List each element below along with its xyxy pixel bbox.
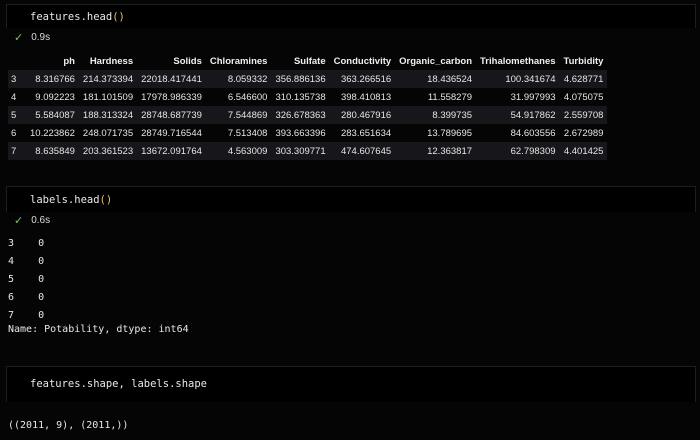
table-cell: 5.584087 [35,109,75,121]
output-line: 7 0 [8,310,45,321]
check-icon: ✓ [14,32,24,44]
table-cell: 9.092223 [35,91,75,103]
output-line: 5 0 [8,274,45,285]
table-cell: 13672.091764 [141,145,202,157]
cell-2-status: ✓ 0.6s [14,214,50,227]
table-cell: 326.678363 [275,109,326,121]
code-text: labels.head [30,194,100,206]
table-cell: 181.101509 [82,91,134,103]
table-row: 6 10.223862 248.071735 28749.716544 7.513408… [8,124,608,142]
table-cell: 356.886136 [275,73,326,85]
output-line: 4 0 [8,256,45,267]
execution-time: 0.6s [31,215,51,226]
output-line: ((2011, 9), (2011,)) [8,420,129,431]
table-cell: 280.467916 [340,109,392,121]
row-index: 5 [11,109,17,121]
table-cell: 11.558279 [427,91,473,103]
table-cell: 54.917862 [510,109,556,121]
table-cell: 4.628771 [563,73,604,85]
table-cell: 28748.687739 [141,109,202,121]
column-header: Hardness [89,55,134,67]
table-cell: 203.361523 [82,145,134,157]
column-header: Conductivity [333,55,392,67]
table-cell: 8.316766 [35,73,75,85]
table-row: 5 5.584087 188.313324 28748.687739 7.544869 3… [8,106,608,124]
table-cell: 84.603556 [510,127,556,139]
code-cell-3-source[interactable]: features.shape, labels.shape [30,378,207,390]
code-cell-2-source[interactable]: labels.head() [30,194,112,206]
table-cell: 18.436524 [427,73,473,85]
table-cell: 2.672989 [563,127,604,139]
table-cell: 13.789695 [427,127,473,139]
table-cell: 7.513408 [227,127,268,139]
column-header: Trihalomethanes [480,55,556,67]
column-header [8,52,26,70]
execution-time: 0.9s [31,32,51,43]
table-cell: 4.075075 [563,91,604,103]
table-cell: 62.798309 [510,145,556,157]
table-cell: 303.309771 [275,145,326,157]
table-row: 7 8.635849 203.361523 13672.091764 4.563009 3… [8,142,608,160]
table-cell: 474.607645 [340,145,392,157]
table-cell: 8.635849 [35,145,75,157]
table-cell: 188.313324 [82,109,134,121]
table-row: 4 9.092223 181.101509 17978.986339 6.546600 3… [8,88,608,106]
table-cell: 6.546600 [227,91,268,103]
table-header-row: ph Hardness Solids Chloramines Sulfate Conduc… [8,52,607,70]
table-cell: 17978.986339 [141,91,202,103]
table-cell: 4.563009 [227,145,268,157]
column-header: Turbidity [563,55,604,67]
table-cell: 283.651634 [340,127,392,139]
table-cell: 214.373394 [82,73,134,85]
output-line: 3 0 [8,238,45,249]
table-cell: 22018.417441 [141,73,202,85]
code-text: features.head [30,11,113,23]
table-cell: 2.559708 [563,109,604,121]
table-cell: 8.059332 [227,73,268,85]
table-cell: 310.135738 [275,91,326,103]
row-index: 4 [11,91,17,103]
column-header: Organic_carbon [399,55,473,67]
output-line: Name: Potability, dtype: int64 [8,324,189,335]
row-index: 7 [11,145,17,157]
table-cell: 31.997993 [510,91,556,103]
output-line: 6 0 [8,292,45,303]
column-header: Chloramines [209,55,268,67]
check-icon: ✓ [14,215,24,227]
row-index: 6 [11,127,17,139]
table-cell: 100.341674 [505,73,556,85]
code-paren: () [99,194,113,206]
cell-1-status: ✓ 0.9s [14,31,50,44]
code-cell-1-source[interactable]: features.head() [30,11,125,23]
table-cell: 28749.716544 [141,127,202,139]
row-index: 3 [11,73,17,85]
column-header: Solids [173,55,202,67]
table-cell: 363.266516 [340,73,392,85]
table-cell: 12.363817 [427,145,473,157]
table-cell: 7.544869 [227,109,268,121]
table-row: 3 8.316766 214.373394 22018.417441 8.059332 3… [8,70,608,88]
table-cell: 4.401425 [563,145,604,157]
table-cell: 10.223862 [30,127,75,139]
table-cell: 393.663396 [275,127,326,139]
table-cell: 398.410813 [340,91,392,103]
table-cell: 8.399735 [432,109,473,121]
code-paren: () [112,11,125,23]
column-header: Sulfate [293,55,326,67]
dataframe-table: ph Hardness Solids Chloramines Sulfate Conduc… [8,52,608,160]
column-header: ph [63,55,75,67]
table-cell: 248.071735 [82,127,134,139]
